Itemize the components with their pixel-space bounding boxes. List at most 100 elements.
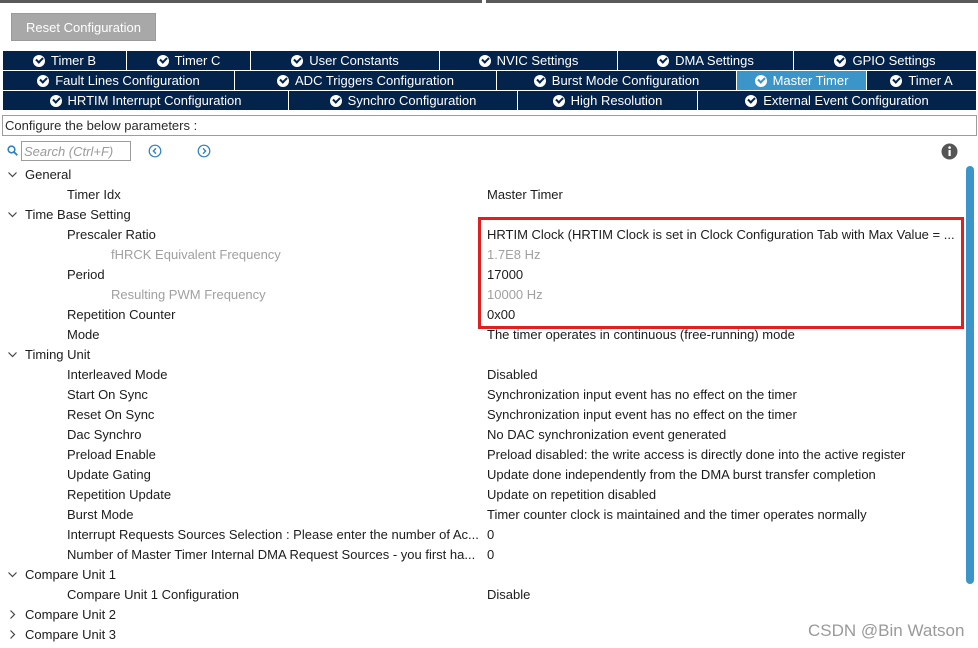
tab-master-timer[interactable]: Master Timer: [737, 71, 867, 90]
check-circle-icon: [49, 94, 62, 107]
param-value[interactable]: 0: [487, 525, 494, 545]
tab-label: DMA Settings: [675, 53, 754, 68]
param-row-repetition-counter[interactable]: Repetition Counter 0x00: [0, 305, 966, 325]
chevron-down-icon[interactable]: [7, 349, 18, 360]
tab-synchro-configuration[interactable]: Synchro Configuration: [289, 91, 518, 110]
param-name: Prescaler Ratio: [67, 227, 156, 242]
param-row-mode[interactable]: Mode The timer operates in continuous (f…: [0, 325, 966, 345]
tab-timer-a[interactable]: Timer A: [867, 71, 976, 90]
tab-dma-settings[interactable]: DMA Settings: [618, 51, 794, 70]
chevron-down-icon[interactable]: [7, 569, 18, 580]
check-circle-icon: [754, 74, 767, 87]
section-label: Timing Unit: [25, 347, 91, 362]
check-circle-icon: [478, 54, 491, 67]
tab-label: ADC Triggers Configuration: [295, 73, 454, 88]
toolbar: [0, 140, 978, 162]
param-value[interactable]: HRTIM Clock (HRTIM Clock is set in Clock…: [487, 225, 962, 245]
chevron-right-icon[interactable]: [7, 629, 18, 640]
tab-timer-b[interactable]: Timer B: [3, 51, 127, 70]
tab-label: Burst Mode Configuration: [551, 73, 700, 88]
tab-row-3: HRTIM Interrupt Configuration Synchro Co…: [3, 91, 976, 110]
section-general[interactable]: General: [0, 165, 966, 185]
param-value[interactable]: Timer counter clock is maintained and th…: [487, 505, 867, 525]
check-circle-icon: [156, 54, 169, 67]
param-name: Interrupt Requests Sources Selection : P…: [67, 527, 479, 542]
chevron-down-icon[interactable]: [7, 209, 18, 220]
param-name: Update Gating: [67, 467, 151, 482]
param-name: Period: [67, 267, 105, 282]
tab-nvic-settings[interactable]: NVIC Settings: [440, 51, 618, 70]
tab-hrtim-interrupt[interactable]: HRTIM Interrupt Configuration: [3, 91, 289, 110]
watermark: CSDN @Bin Watson: [808, 621, 965, 640]
reset-configuration-button[interactable]: Reset Configuration: [11, 13, 156, 41]
param-value[interactable]: Preload disabled: the write access is di…: [487, 445, 905, 465]
tab-label: External Event Configuration: [763, 93, 929, 108]
param-value[interactable]: Disable: [487, 585, 530, 605]
tab-burst-mode[interactable]: Burst Mode Configuration: [497, 71, 737, 90]
param-name: Dac Synchro: [67, 427, 142, 442]
search-input[interactable]: [21, 141, 131, 161]
previous-result-icon[interactable]: [148, 144, 162, 158]
tab-label: GPIO Settings: [852, 53, 936, 68]
param-value[interactable]: Synchronization input event has no effec…: [487, 385, 797, 405]
param-value[interactable]: 0x00: [487, 305, 515, 325]
param-value: 10000 Hz: [487, 287, 543, 302]
param-value[interactable]: Disabled: [487, 365, 538, 385]
param-name: Reset On Sync: [67, 407, 155, 422]
section-time-base-setting[interactable]: Time Base Setting: [0, 205, 966, 225]
section-timing-unit[interactable]: Timing Unit: [0, 345, 966, 365]
tab-timer-c[interactable]: Timer C: [127, 51, 251, 70]
param-row-burst-mode[interactable]: Burst Mode Timer counter clock is mainta…: [0, 505, 966, 525]
section-label: General: [25, 167, 72, 182]
check-circle-icon: [37, 74, 50, 87]
param-value[interactable]: 17000: [487, 265, 523, 285]
section-compare-unit-1[interactable]: Compare Unit 1: [0, 565, 966, 585]
check-circle-icon: [745, 94, 758, 107]
param-name: fHRCK Equivalent Frequency: [111, 247, 281, 262]
check-circle-icon: [32, 54, 45, 67]
section-label: Compare Unit 1: [25, 567, 117, 582]
scrollbar-thumb[interactable]: [966, 166, 974, 584]
param-row-dac-synchro[interactable]: Dac Synchro No DAC synchronization event…: [0, 425, 966, 445]
tab-fault-lines[interactable]: Fault Lines Configuration: [3, 71, 235, 90]
tab-row-2: Fault Lines Configuration ADC Triggers C…: [3, 71, 976, 90]
tab-high-resolution[interactable]: High Resolution: [518, 91, 698, 110]
param-row-period[interactable]: Period 17000: [0, 265, 966, 285]
param-value[interactable]: No DAC synchronization event generated: [487, 425, 726, 445]
param-value[interactable]: Update on repetition disabled: [487, 485, 656, 505]
tab-label: Fault Lines Configuration: [55, 73, 200, 88]
next-result-icon[interactable]: [197, 144, 211, 158]
param-value[interactable]: The timer operates in continuous (free-r…: [487, 325, 795, 345]
check-circle-icon: [277, 74, 290, 87]
chevron-down-icon[interactable]: [7, 169, 18, 180]
tab-label: User Constants: [309, 53, 399, 68]
param-row-start-on-sync[interactable]: Start On Sync Synchronization input even…: [0, 385, 966, 405]
param-row-reset-on-sync[interactable]: Reset On Sync Synchronization input even…: [0, 405, 966, 425]
param-row-update-gating[interactable]: Update Gating Update done independently …: [0, 465, 966, 485]
tab-external-event[interactable]: External Event Configuration: [698, 91, 976, 110]
param-value[interactable]: 0: [487, 545, 494, 565]
param-row-prescaler-ratio[interactable]: Prescaler Ratio HRTIM Clock (HRTIM Clock…: [0, 225, 966, 245]
tab-gpio-settings[interactable]: GPIO Settings: [794, 51, 976, 70]
param-row-compare-unit-1-config[interactable]: Compare Unit 1 Configuration Disable: [0, 585, 966, 605]
param-row-interleaved-mode[interactable]: Interleaved Mode Disabled: [0, 365, 966, 385]
param-row-interrupt-sources[interactable]: Interrupt Requests Sources Selection : P…: [0, 525, 966, 545]
tab-label: Synchro Configuration: [347, 93, 477, 108]
param-row-preload-enable[interactable]: Preload Enable Preload disabled: the wri…: [0, 445, 966, 465]
tab-label: Timer C: [174, 53, 221, 68]
tab-user-constants[interactable]: User Constants: [251, 51, 440, 70]
param-row-timer-idx[interactable]: Timer Idx Master Timer: [0, 185, 966, 205]
param-row-dma-sources[interactable]: Number of Master Timer Internal DMA Requ…: [0, 545, 966, 565]
param-value[interactable]: Synchronization input event has no effec…: [487, 405, 797, 425]
tab-label: Master Timer: [772, 73, 849, 88]
param-row-repetition-update[interactable]: Repetition Update Update on repetition d…: [0, 485, 966, 505]
chevron-right-icon[interactable]: [7, 609, 18, 620]
param-value[interactable]: Update done independently from the DMA b…: [487, 465, 876, 485]
check-circle-icon: [890, 74, 903, 87]
param-name: Burst Mode: [67, 507, 134, 522]
info-icon[interactable]: [941, 143, 958, 160]
tab-adc-triggers[interactable]: ADC Triggers Configuration: [235, 71, 497, 90]
tab-label: HRTIM Interrupt Configuration: [67, 93, 242, 108]
param-value[interactable]: Master Timer: [487, 185, 563, 205]
param-name: Number of Master Timer Internal DMA Requ…: [67, 547, 476, 562]
